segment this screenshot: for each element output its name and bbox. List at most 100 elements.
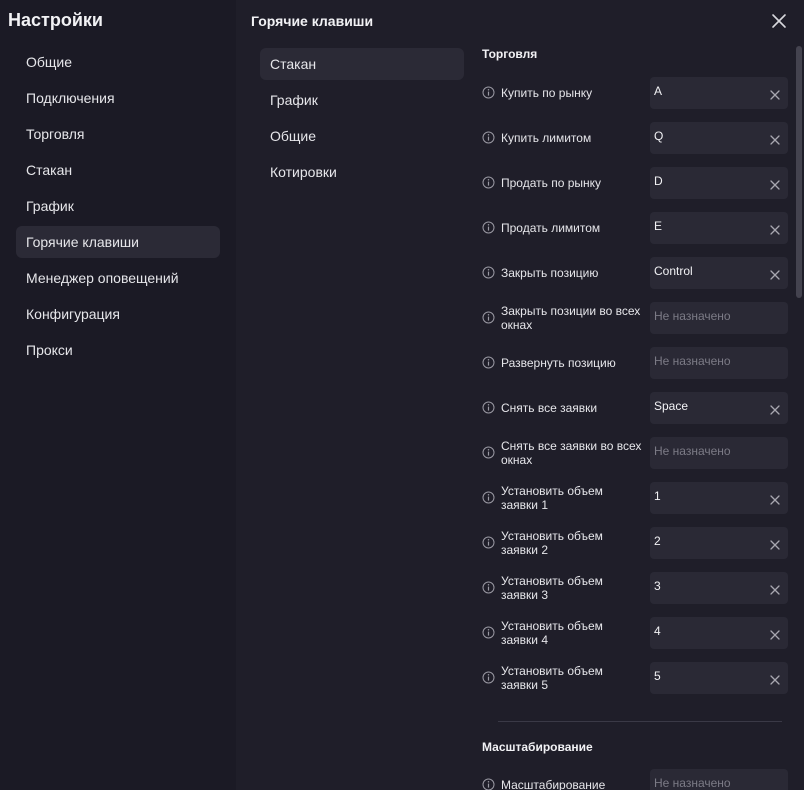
hotkey-input[interactable]: 4 <box>650 617 788 649</box>
hotkey-label: Установить объем заявки 2 <box>501 529 603 557</box>
info-icon[interactable] <box>482 131 495 144</box>
hotkey-input[interactable]: A <box>650 77 788 109</box>
info-icon[interactable] <box>482 176 495 189</box>
info-icon[interactable] <box>482 221 495 234</box>
hotkey-label: Закрыть позиции во всех окнах <box>501 304 641 332</box>
info-icon[interactable] <box>482 581 495 594</box>
hotkey-value: E <box>654 219 663 233</box>
clear-icon[interactable] <box>770 582 780 595</box>
hotkey-input[interactable]: Q <box>650 122 788 154</box>
hotkey-value: 2 <box>654 534 661 548</box>
hotkey-row: Установить объем заявки 5 5 <box>482 662 788 694</box>
main-nav: Общие Подключения Торговля Стакан График… <box>16 46 220 370</box>
hotkey-input[interactable]: 3 <box>650 572 788 604</box>
hotkey-label: Закрыть позицию <box>501 266 599 280</box>
hotkey-value: 5 <box>654 669 661 683</box>
info-icon[interactable] <box>482 491 495 504</box>
nav-item-proxy[interactable]: Прокси <box>16 334 220 366</box>
info-icon[interactable] <box>482 671 495 684</box>
hotkey-label: Купить по рынку <box>501 86 593 100</box>
hotkey-placeholder: Не назначено <box>654 776 731 790</box>
hotkey-label: Установить объем заявки 1 <box>501 484 603 512</box>
info-icon[interactable] <box>482 311 495 324</box>
hotkey-label: Установить объем заявки 3 <box>501 574 603 602</box>
sub-item-general[interactable]: Общие <box>260 120 464 152</box>
info-icon[interactable] <box>482 446 495 459</box>
hotkey-row: Развернуть позицию Не назначено <box>482 347 788 379</box>
clear-icon[interactable] <box>770 537 780 550</box>
sub-item-chart[interactable]: График <box>260 84 464 116</box>
hotkey-row: Установить объем заявки 3 3 <box>482 572 788 604</box>
info-icon[interactable] <box>482 401 495 414</box>
section-title: Горячие клавиши <box>251 13 374 29</box>
close-icon <box>772 14 786 28</box>
hotkey-value: Control <box>654 264 693 278</box>
hotkey-row: Установить объем заявки 1 1 <box>482 482 788 514</box>
hotkey-row: Масштабирование Не назначено <box>482 769 788 790</box>
nav-item-general[interactable]: Общие <box>16 46 220 78</box>
hotkeys-subnav-pane: Горячие клавиши Стакан График Общие Коти… <box>236 0 468 790</box>
hotkey-input[interactable]: 5 <box>650 662 788 694</box>
hotkey-input[interactable]: Не назначено <box>650 302 788 334</box>
hotkey-input[interactable]: D <box>650 167 788 199</box>
clear-icon[interactable] <box>770 267 780 280</box>
hotkey-value: 4 <box>654 624 661 638</box>
info-icon[interactable] <box>482 778 495 790</box>
scrollbar-thumb[interactable] <box>796 46 802 298</box>
clear-icon[interactable] <box>770 177 780 190</box>
hotkey-value: 3 <box>654 579 661 593</box>
hotkey-value: Q <box>654 129 664 143</box>
nav-item-hotkeys[interactable]: Горячие клавиши <box>16 226 220 258</box>
hotkey-label: Снять все заявки <box>501 401 598 415</box>
clear-icon[interactable] <box>770 492 780 505</box>
hotkey-value: 1 <box>654 489 661 503</box>
hotkey-input[interactable]: 1 <box>650 482 788 514</box>
hotkey-input[interactable]: Space <box>650 392 788 424</box>
clear-icon[interactable] <box>770 672 780 685</box>
hotkey-label: Установить объем заявки 4 <box>501 619 603 647</box>
hotkey-label: Продать по рынку <box>501 176 602 190</box>
hotkey-row: Купить по рынку A <box>482 77 788 109</box>
hotkey-label: Масштабирование <box>501 778 606 790</box>
info-icon[interactable] <box>482 86 495 99</box>
hotkey-row: Снять все заявки во всех окнах Не назначе… <box>482 437 788 469</box>
info-icon[interactable] <box>482 266 495 279</box>
hotkey-input[interactable]: Не назначено <box>650 437 788 469</box>
content-scrollbar[interactable] <box>796 44 802 790</box>
close-button[interactable] <box>770 12 788 30</box>
info-icon[interactable] <box>482 356 495 369</box>
clear-icon[interactable] <box>770 627 780 640</box>
hotkey-input[interactable]: Не назначено <box>650 347 788 379</box>
hotkey-value: A <box>654 84 663 98</box>
hotkey-label: Развернуть позицию <box>501 356 616 370</box>
nav-item-alerts-manager[interactable]: Менеджер оповещений <box>16 262 220 294</box>
nav-item-trading[interactable]: Торговля <box>16 118 220 150</box>
hotkey-placeholder: Не назначено <box>654 309 731 323</box>
hotkey-placeholder: Не назначено <box>654 354 731 368</box>
nav-item-chart[interactable]: График <box>16 190 220 222</box>
hotkey-label: Купить лимитом <box>501 131 592 145</box>
sub-item-quotes[interactable]: Котировки <box>260 156 464 188</box>
info-icon[interactable] <box>482 536 495 549</box>
group-title-scaling: Масштабирование <box>482 740 593 754</box>
clear-icon[interactable] <box>770 222 780 235</box>
hotkey-row: Продать лимитом E <box>482 212 788 244</box>
hotkey-input[interactable]: 2 <box>650 527 788 559</box>
section-divider <box>498 721 782 722</box>
settings-sidebar: Настройки Общие Подключения Торговля Ста… <box>0 0 236 790</box>
info-icon[interactable] <box>482 626 495 639</box>
clear-icon[interactable] <box>770 402 780 415</box>
clear-icon[interactable] <box>770 87 780 100</box>
nav-item-connections[interactable]: Подключения <box>16 82 220 114</box>
hotkey-label: Установить объем заявки 5 <box>501 664 603 692</box>
hotkey-input[interactable]: Не назначено <box>650 769 788 790</box>
nav-item-configuration[interactable]: Конфигурация <box>16 298 220 330</box>
hotkey-row: Закрыть позиции во всех окнах Не назначен… <box>482 302 788 334</box>
hotkey-value: D <box>654 174 663 188</box>
hotkey-input[interactable]: Control <box>650 257 788 289</box>
nav-item-orderbook[interactable]: Стакан <box>16 154 220 186</box>
hotkey-label: Продать лимитом <box>501 221 601 235</box>
clear-icon[interactable] <box>770 132 780 145</box>
sub-item-orderbook[interactable]: Стакан <box>260 48 464 80</box>
hotkey-input[interactable]: E <box>650 212 788 244</box>
